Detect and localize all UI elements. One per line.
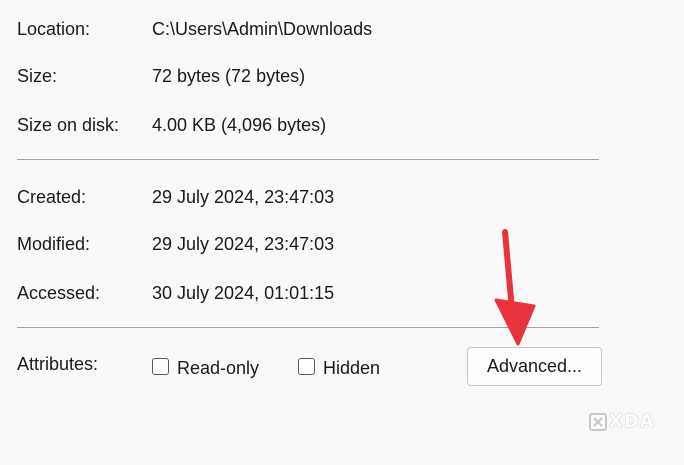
xda-logo-icon (589, 413, 607, 431)
arrow-down-icon (494, 229, 536, 346)
attributes-label: Attributes: (17, 354, 99, 374)
read-only-checkbox-label[interactable]: Read-only (177, 355, 259, 381)
divider (17, 159, 599, 160)
accessed-value: 30 July 2024, 01:01:15 (152, 283, 335, 303)
advanced-button[interactable]: Advanced... (467, 347, 602, 386)
hidden-checkbox-label[interactable]: Hidden (323, 355, 380, 381)
size-label: Size: (17, 66, 58, 86)
arrow-head (494, 298, 536, 346)
created-value: 29 July 2024, 23:47:03 (152, 187, 335, 207)
hidden-checkbox-box[interactable] (298, 358, 315, 375)
location-label: Location: (17, 19, 91, 39)
accessed-label: Accessed: (17, 283, 101, 303)
created-label: Created: (17, 187, 87, 207)
arrow-shaft (502, 229, 515, 313)
watermark-text: XDA (609, 411, 655, 432)
modified-value: 29 July 2024, 23:47:03 (152, 234, 335, 254)
size-value: 72 bytes (72 bytes) (152, 66, 306, 86)
modified-label: Modified: (17, 234, 91, 254)
size-on-disk-label: Size on disk: (17, 115, 120, 135)
watermark-logo: XDA (589, 410, 655, 434)
read-only-checkbox-box[interactable] (152, 358, 169, 375)
location-value: C:\Users\Admin\Downloads (152, 19, 373, 39)
size-on-disk-value: 4.00 KB (4,096 bytes) (152, 115, 327, 135)
